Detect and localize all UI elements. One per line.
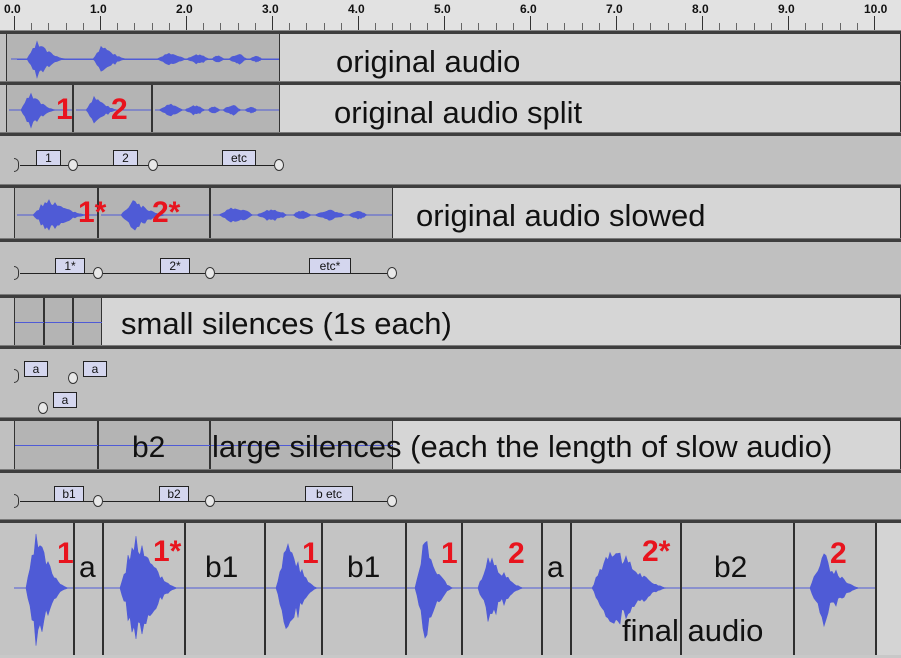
ruler-tick-label: 8.0 bbox=[692, 2, 709, 16]
track-original-audio-slowed[interactable]: 1* 2* original audio slowed bbox=[0, 185, 901, 239]
track-original-audio[interactable]: original audio bbox=[0, 31, 901, 82]
track-label-small-silences: small silences (1s each) bbox=[121, 306, 452, 341]
audio-clip-split-etc[interactable] bbox=[152, 85, 280, 132]
label-handle[interactable] bbox=[38, 402, 48, 414]
label-track-large-silences[interactable]: b1 b2 b etc bbox=[0, 470, 901, 520]
ruler-tick-label: 0.0 bbox=[4, 2, 21, 16]
final-segment-2: 2 bbox=[508, 537, 525, 570]
label-box-2-star[interactable]: 2* bbox=[160, 258, 190, 274]
audio-clip-slowed-etc[interactable] bbox=[210, 188, 393, 238]
segment-number-1: 1 bbox=[56, 93, 73, 126]
label-box-b2[interactable]: b2 bbox=[159, 486, 189, 502]
ruler-tick-label: 3.0 bbox=[262, 2, 279, 16]
track-label-original-audio-split: original audio split bbox=[334, 95, 583, 130]
silence-clip-a1[interactable] bbox=[14, 298, 45, 345]
label-handle[interactable] bbox=[148, 159, 158, 171]
label-box-2[interactable]: 2 bbox=[113, 150, 138, 166]
segment-number-2-slowed: 2* bbox=[152, 196, 181, 229]
label-handle[interactable] bbox=[387, 267, 397, 279]
final-segment-1: 1 bbox=[441, 537, 458, 570]
label-box-a-2[interactable]: a bbox=[83, 361, 107, 377]
final-segment-2: 2 bbox=[830, 537, 847, 570]
ruler-tick-label: 6.0 bbox=[520, 2, 537, 16]
final-segment-a: a bbox=[79, 551, 96, 584]
label-handle[interactable] bbox=[387, 495, 397, 507]
label-handle[interactable] bbox=[205, 267, 215, 279]
track-final-audio[interactable]: 1 a 1* b1 1 b1 1 2 a 2* b2 2 final audio bbox=[0, 520, 901, 655]
final-segment-b1: b1 bbox=[205, 551, 239, 584]
label-box-1-star[interactable]: 1* bbox=[55, 258, 85, 274]
label-box-a-3[interactable]: a bbox=[53, 392, 77, 408]
label-handle[interactable] bbox=[68, 159, 78, 171]
waveform-original bbox=[11, 40, 279, 79]
final-segment-2-star: 2* bbox=[642, 535, 671, 568]
segment-label-b2: b2 bbox=[132, 431, 166, 464]
silence-clip-b1[interactable] bbox=[14, 421, 99, 469]
silence-clip-a3[interactable] bbox=[73, 298, 103, 345]
track-small-silences[interactable]: small silences (1s each) bbox=[0, 295, 901, 346]
track-original-audio-split[interactable]: 1 2 original audio split bbox=[0, 82, 901, 133]
final-segment-1: 1 bbox=[57, 537, 74, 570]
label-box-etc[interactable]: etc bbox=[222, 150, 256, 166]
ruler-tick-label: 1.0 bbox=[90, 2, 107, 16]
silence-clip-a2[interactable] bbox=[44, 298, 74, 345]
waveform-split-etc bbox=[155, 103, 279, 117]
ruler-tick-label: 9.0 bbox=[778, 2, 795, 16]
segment-number-1-slowed: 1* bbox=[78, 196, 107, 229]
label-track-segments[interactable]: 1 2 etc bbox=[0, 133, 901, 185]
track-label-original-audio-slowed: original audio slowed bbox=[416, 198, 706, 233]
label-handle[interactable] bbox=[205, 495, 215, 507]
final-segment-a: a bbox=[547, 551, 564, 584]
segment-number-2: 2 bbox=[111, 93, 128, 126]
label-handle[interactable] bbox=[274, 159, 284, 171]
label-box-a-1[interactable]: a bbox=[24, 361, 48, 377]
final-segment-1: 1 bbox=[302, 537, 319, 570]
ruler-tick-label: 4.0 bbox=[348, 2, 365, 16]
waveform-slowed-etc bbox=[213, 207, 392, 223]
final-segment-b2: b2 bbox=[714, 551, 748, 584]
label-track-small-silences[interactable]: a a a bbox=[0, 346, 901, 418]
ruler-tick-label: 10.0 bbox=[864, 2, 888, 16]
ruler-tick-label: 7.0 bbox=[606, 2, 623, 16]
final-segment-b1: b1 bbox=[347, 551, 381, 584]
ruler-tick-label: 5.0 bbox=[434, 2, 451, 16]
label-box-1[interactable]: 1 bbox=[36, 150, 61, 166]
ruler-tick-label: 2.0 bbox=[176, 2, 193, 16]
label-box-b1[interactable]: b1 bbox=[54, 486, 84, 502]
track-label-final-audio: final audio bbox=[622, 613, 764, 648]
label-box-b-etc[interactable]: b etc bbox=[305, 486, 353, 502]
label-handle[interactable] bbox=[68, 372, 78, 384]
label-box-etc-star[interactable]: etc* bbox=[309, 258, 351, 274]
audio-clip-original[interactable] bbox=[6, 34, 280, 81]
label-handle[interactable] bbox=[93, 267, 103, 279]
timeline-ruler[interactable]: 0.0 1.0 2.0 3.0 4.0 5.0 6.0 7.0 8.0 9.0 10.0 bbox=[0, 0, 901, 31]
track-label-original-audio: original audio bbox=[336, 44, 521, 79]
track-label-large-silences: large silences (each the length of slow … bbox=[212, 429, 833, 464]
final-segment-1-star: 1* bbox=[153, 535, 182, 568]
track-large-silences[interactable]: b2 large silences (each the length of sl… bbox=[0, 418, 901, 470]
label-handle[interactable] bbox=[93, 495, 103, 507]
label-track-slowed-segments[interactable]: 1* 2* etc* bbox=[0, 239, 901, 295]
